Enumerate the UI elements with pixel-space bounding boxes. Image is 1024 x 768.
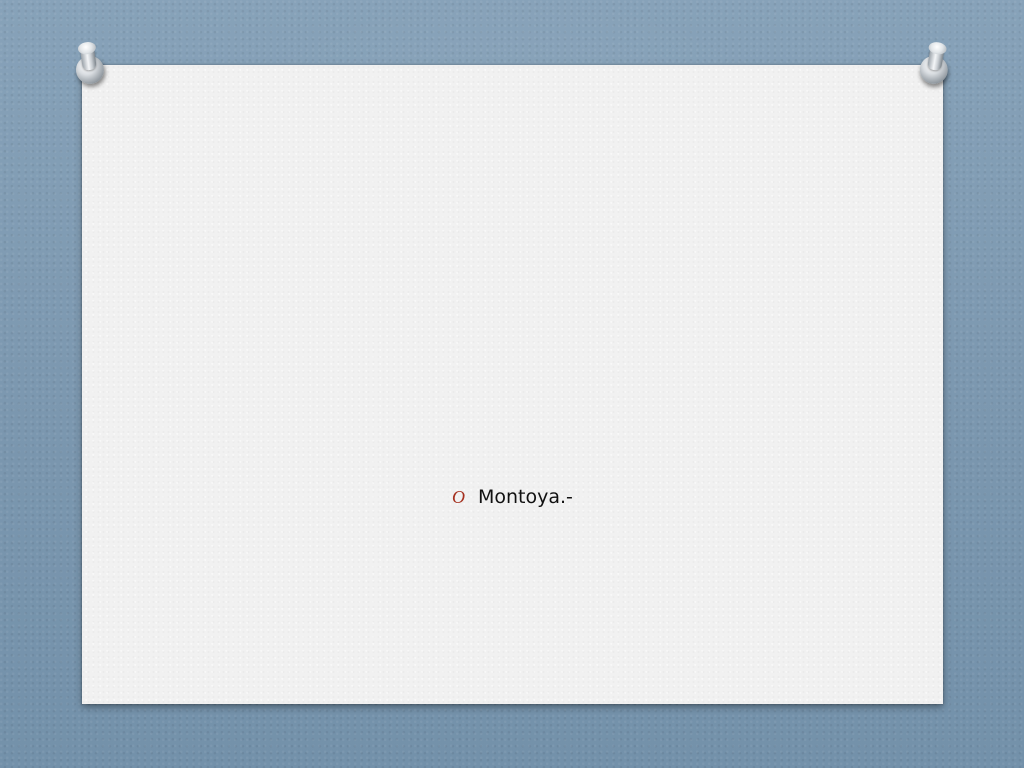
bullet-item: O Montoya.- [452,486,573,508]
pushpin-icon [915,39,956,87]
bullet-marker: O [452,487,465,507]
slide-card [82,65,943,704]
bullet-text: Montoya.- [478,486,573,508]
pushpin-icon [69,40,109,86]
